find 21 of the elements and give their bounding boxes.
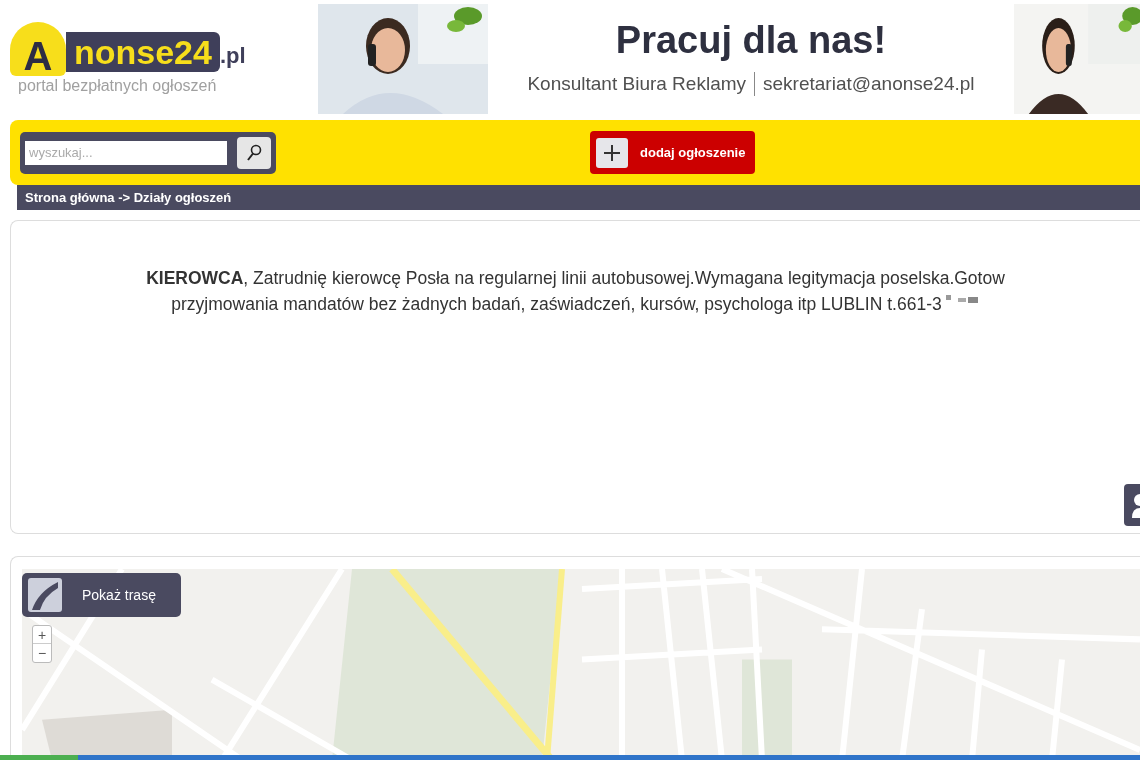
logo-letter: A (23, 36, 53, 76)
zoom-out-button[interactable]: − (33, 644, 51, 662)
logo-tagline: portal bezpłatnych ogłoszeń (17, 78, 218, 94)
banner-role: Konsultant Biura Reklamy (527, 72, 747, 96)
person-icon (1130, 492, 1140, 518)
add-listing-button[interactable]: dodaj ogłoszenie (590, 131, 756, 174)
search-field[interactable]: wyszukaj... (25, 140, 227, 165)
person-button[interactable] (1124, 484, 1140, 526)
search-icon (246, 143, 262, 162)
zoom-in-button[interactable]: + (33, 626, 51, 644)
banner-headline: Pracuj dla nas! (615, 18, 887, 63)
route-button[interactable]: Pokaż trasę (22, 573, 181, 617)
listing-text: przyjmowania mandatów bez żadnych badań, zaświadczeń, kursów, psychologa itp LUBLIN t.661-3 (171, 291, 980, 317)
logo-domain: .pl (219, 42, 246, 70)
listing-text: KIEROWCA, Zatrudnię kierowcę Posła na regularnej linii autobusowej.Wymagana legitymacja poselska.Gotow (146, 267, 1005, 290)
logo-name: nonse24 (66, 32, 220, 72)
search-button[interactable] (237, 136, 271, 169)
plus-icon (596, 137, 628, 168)
banner-email: sekretariat@anonse24.pl (763, 72, 975, 96)
breadcrumb: Strona główna -> Działy ogłoszeń (25, 188, 232, 207)
road-icon (28, 578, 62, 612)
